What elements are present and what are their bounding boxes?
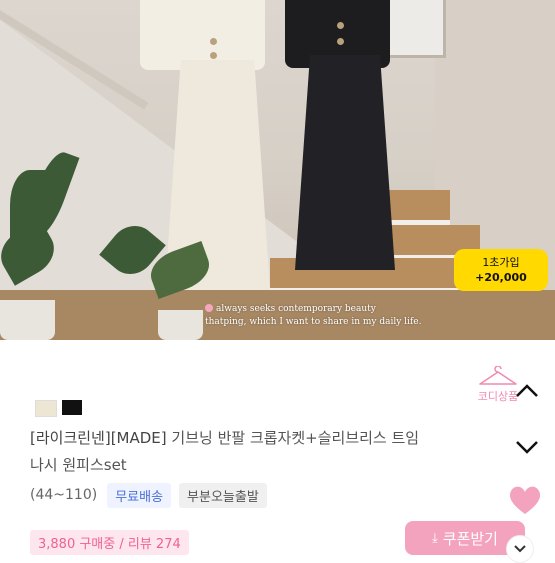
promo-line-1: 1초가입	[482, 256, 520, 269]
scroll-down-button[interactable]	[506, 535, 534, 563]
product-title-line-1: 기브닝 반팔 크롭자켓+슬리브리스 트임	[166, 429, 420, 447]
jacket-button	[210, 38, 217, 45]
jacket-button	[337, 22, 344, 29]
size-range: (44~110)	[30, 487, 98, 503]
swatch-cream[interactable]	[35, 400, 57, 417]
product-brand: [라이크린넨][MADE]	[30, 429, 167, 447]
promo-line-2: +20,000	[475, 271, 527, 284]
product-title-line-2: 나시 원피스set	[30, 456, 127, 474]
product-title[interactable]: [라이크린넨][MADE] 기브닝 반팔 크롭자켓+슬리브리스 트임 나시 원피…	[30, 425, 520, 479]
caption-line-2: thatping, which I want to share in my da…	[205, 317, 422, 327]
same-day-dispatch-tag: 부분오늘출발	[179, 482, 267, 508]
plant-pot	[158, 310, 203, 340]
caption-dot-icon	[205, 304, 213, 312]
cream-jacket	[140, 0, 265, 70]
codi-label: 코디상품	[477, 390, 519, 403]
caption-line-1: always seeks contemporary beauty	[216, 304, 376, 314]
photo-caption: always seeks contemporary beauty thatpin…	[205, 303, 465, 329]
chevron-up-icon[interactable]	[514, 382, 540, 400]
coupon-label: 쿠폰받기	[442, 529, 498, 548]
signup-promo-badge[interactable]: 1초가입 +20,000	[454, 249, 548, 291]
jacket-button	[210, 52, 217, 59]
free-shipping-tag: 무료배송	[107, 482, 172, 508]
product-tags: (44~110) 무료배송 부분오늘출발	[30, 482, 275, 508]
heart-icon[interactable]	[508, 484, 542, 516]
jacket-button	[337, 38, 344, 45]
black-dress	[295, 55, 395, 270]
purchase-review-count: 3,880 구매중 / 리뷰 274	[30, 530, 189, 555]
chevron-down-small-icon	[514, 545, 526, 553]
swatch-black[interactable]	[62, 400, 82, 415]
download-icon: ⤓	[432, 530, 438, 546]
plant-pot	[0, 300, 55, 340]
